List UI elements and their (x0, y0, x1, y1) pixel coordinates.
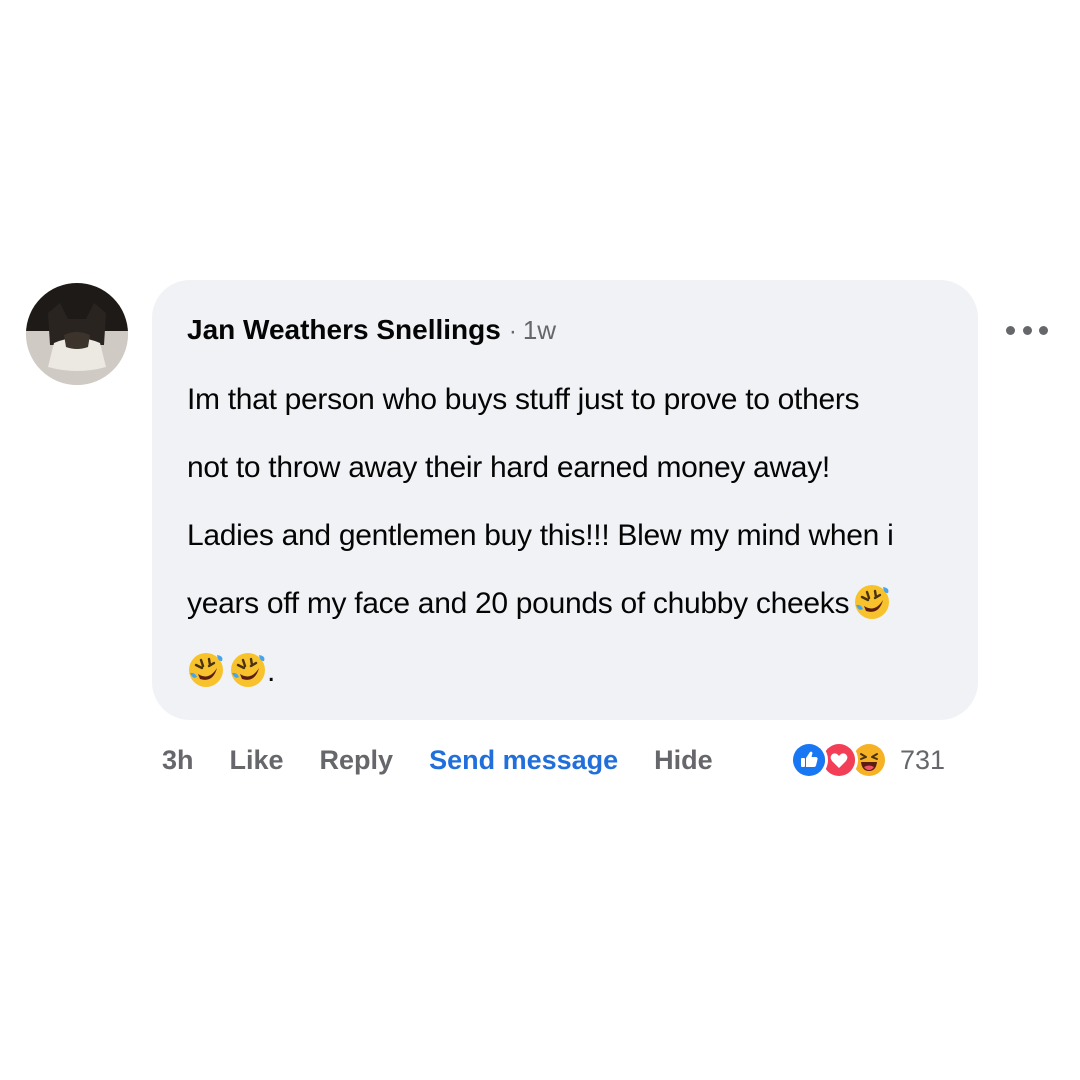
comment-line: years off my face and 20 pounds of chubb… (187, 587, 850, 620)
comment-line: Im that person who buys stuff just to pr… (187, 383, 860, 416)
rolling-on-floor-laughing-icon (187, 651, 225, 689)
more-dot-icon (1022, 325, 1032, 335)
comment-line: Ladies and gentlemen buy this!!! Blew my… (187, 519, 894, 552)
reaction-count: 731 (900, 744, 946, 775)
like-icon (790, 741, 828, 779)
comment-timestamp[interactable]: 1w (523, 315, 556, 345)
author-name[interactable]: Jan Weathers Snellings (187, 314, 501, 345)
header-separator: · (508, 318, 517, 345)
comment-line-with-emoji: years off my face and 20 pounds of chubb… (187, 570, 957, 638)
comment-age[interactable]: 3h (162, 745, 194, 776)
comment-actions: 3h Like Reply Send message Hide (162, 738, 749, 782)
reply-button[interactable]: Reply (320, 745, 394, 776)
comment-line: not to throw away their hard earned mone… (187, 451, 830, 484)
rolling-on-floor-laughing-icon (229, 651, 267, 689)
comment-header: Jan Weathers Snellings · 1w (187, 308, 556, 354)
comment-line-with-emoji: . (187, 638, 957, 706)
more-dot-icon (1006, 325, 1015, 335)
more-options-button[interactable] (1006, 318, 1048, 342)
more-dot-icon (1039, 325, 1048, 335)
author-avatar[interactable] (26, 283, 128, 385)
rolling-on-floor-laughing-icon (853, 583, 891, 621)
hide-button[interactable]: Hide (654, 745, 713, 776)
send-message-button[interactable]: Send message (429, 745, 618, 776)
reactions-summary[interactable]: 731 (790, 738, 945, 782)
comment-line: . (267, 655, 276, 688)
avatar-image (26, 283, 128, 385)
like-button[interactable]: Like (230, 745, 284, 776)
comment-body: Im that person who buys stuff just to pr… (187, 366, 957, 706)
